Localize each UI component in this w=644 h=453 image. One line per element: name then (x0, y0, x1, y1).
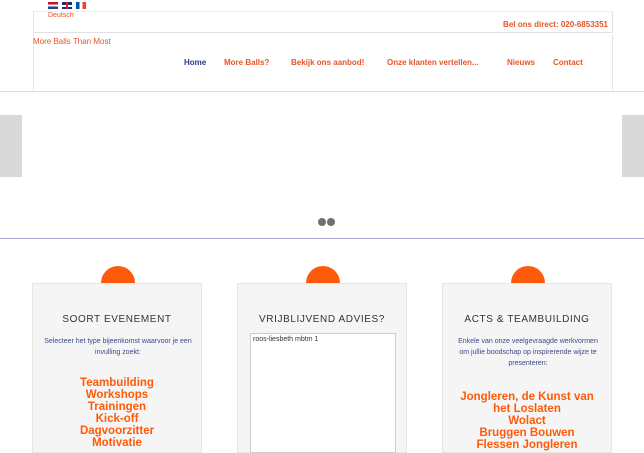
act-link[interactable]: Wolact (443, 415, 611, 427)
nav-nieuws[interactable]: Nieuws (507, 58, 535, 67)
hero-slider (0, 92, 644, 239)
phone-number[interactable]: Bel ons direct: 020-6853351 (503, 20, 608, 29)
acts-list: Jongleren, de Kunst van het Loslaten Wol… (443, 391, 611, 451)
box-description: Enkele van onze veelgevraagde werkvormen… (458, 338, 598, 367)
act-link[interactable]: Jongleren, de Kunst van (443, 391, 611, 403)
event-type-link[interactable]: Motivatie (33, 437, 201, 449)
box-acts-teambuilding: ACTS & TEAMBUILDING Enkele van onze veel… (442, 283, 612, 453)
event-type-link[interactable]: Teambuilding (33, 377, 201, 389)
slider-prev-button[interactable] (0, 115, 22, 177)
nav-aanbod[interactable]: Bekijk ons aanbod! (291, 58, 364, 67)
box-description: Selecteer het type bijeenkomst waarvoor … (44, 338, 192, 356)
slider-pagination (318, 218, 335, 226)
nav-home[interactable]: Home (184, 58, 206, 67)
event-type-link[interactable]: Kick-off (33, 413, 201, 425)
fr-flag-icon[interactable] (76, 2, 86, 9)
chat-widget[interactable]: roos-liesbeth mbtm 1 (250, 333, 396, 453)
event-type-link[interactable]: Trainingen (33, 401, 201, 413)
act-link[interactable]: Flessen Jongleren (443, 439, 611, 451)
chat-agent-name: roos-liesbeth mbtm 1 (253, 336, 319, 343)
nav-klanten[interactable]: Onze klanten vertellen... (387, 58, 479, 67)
box-soort-evenement: SOORT EVENEMENT Selecteer het type bijee… (32, 283, 202, 453)
event-type-link[interactable]: Workshops (33, 389, 201, 401)
event-type-link[interactable]: Dagvoorzitter (33, 425, 201, 437)
box-title: VRIJBLIJVEND ADVIES? (259, 314, 385, 325)
nav-more-balls[interactable]: More Balls? (224, 58, 269, 67)
slider-next-button[interactable] (622, 115, 644, 177)
event-type-list: Teambuilding Workshops Trainingen Kick-o… (33, 377, 201, 449)
uk-flag-icon[interactable] (62, 2, 72, 9)
act-link[interactable]: het Loslaten (443, 403, 611, 415)
top-bar: Bel ons direct: 020-6853351 (33, 11, 613, 33)
site-logo[interactable]: More Balls Than Most (33, 37, 111, 46)
box-title: SOORT EVENEMENT (62, 314, 172, 325)
nl-flag-icon[interactable] (48, 2, 58, 9)
box-vrijblijvend-advies: VRIJBLIJVEND ADVIES? roos-liesbeth mbtm … (237, 283, 407, 453)
language-flags (48, 2, 86, 9)
slider-dot[interactable] (318, 218, 326, 226)
box-title: ACTS & TEAMBUILDING (464, 314, 590, 325)
main-nav: Home More Balls? Bekijk ons aanbod! Onze… (0, 58, 644, 72)
nav-contact[interactable]: Contact (553, 58, 583, 67)
act-link[interactable]: Bruggen Bouwen (443, 427, 611, 439)
slider-dot[interactable] (327, 218, 335, 226)
